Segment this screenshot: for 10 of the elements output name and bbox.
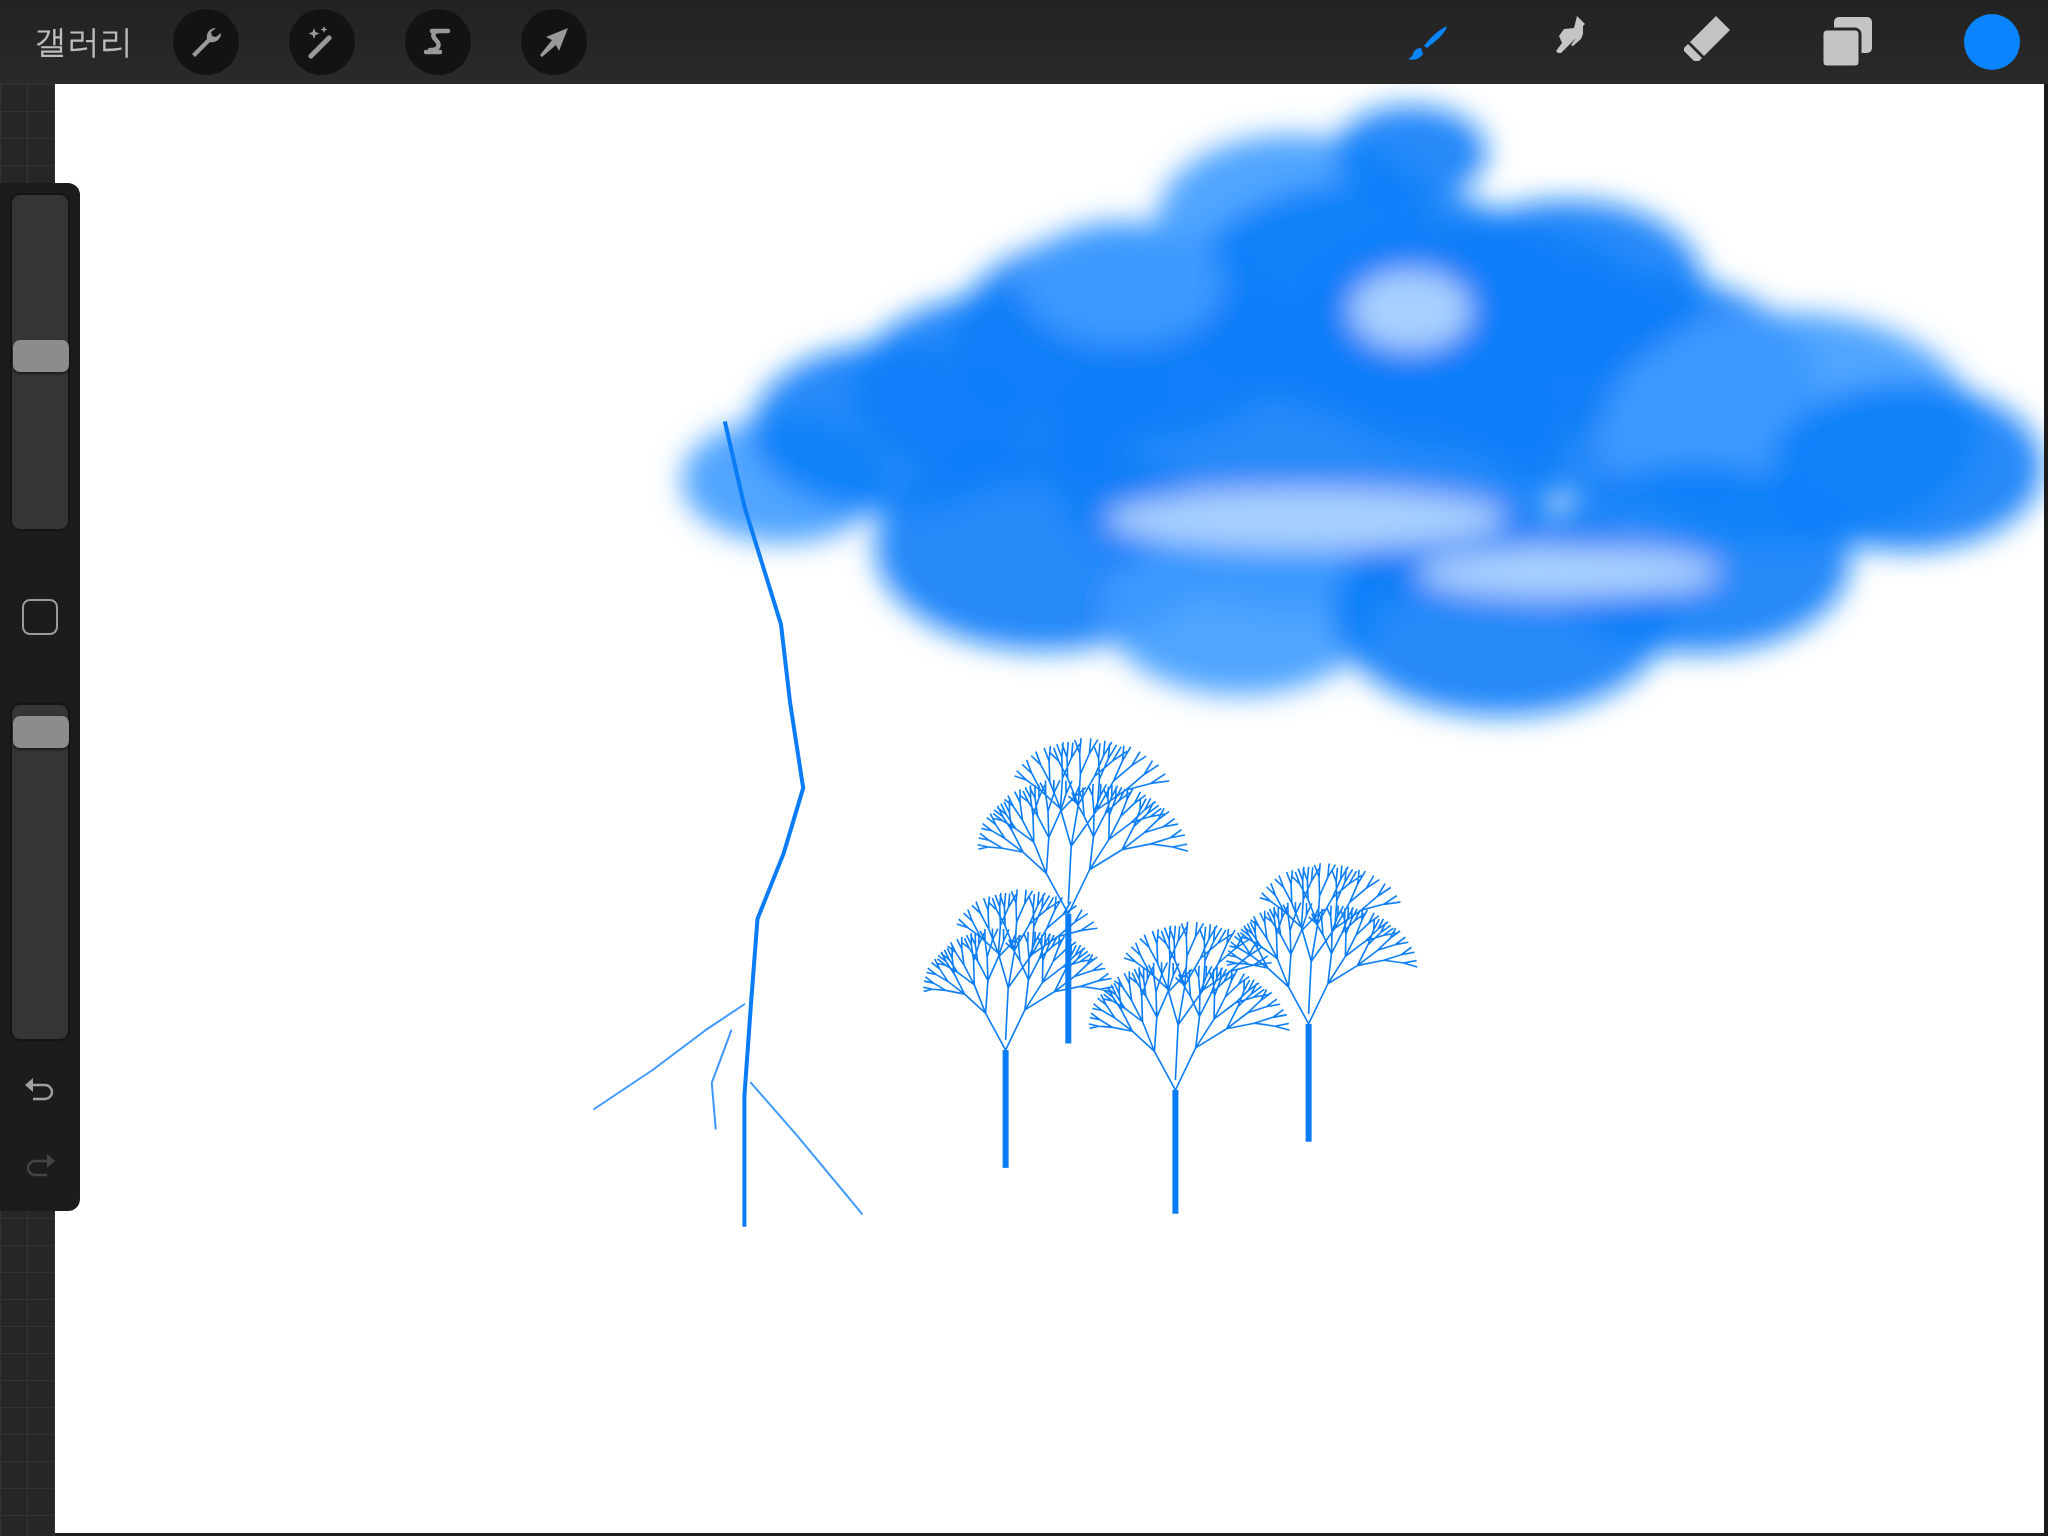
layers-icon xyxy=(1820,15,1874,69)
canvas[interactable] xyxy=(55,84,2044,1533)
slider-thumb[interactable] xyxy=(13,340,69,373)
modify-button[interactable] xyxy=(22,599,58,635)
color-swatch[interactable] xyxy=(1964,14,2020,70)
slider-thumb[interactable] xyxy=(13,715,69,748)
gallery-link[interactable]: 갤러리 xyxy=(34,19,133,65)
opacity-slider[interactable] xyxy=(10,703,70,1041)
arrow-icon xyxy=(537,25,571,59)
brush-size-slider[interactable] xyxy=(10,193,70,531)
